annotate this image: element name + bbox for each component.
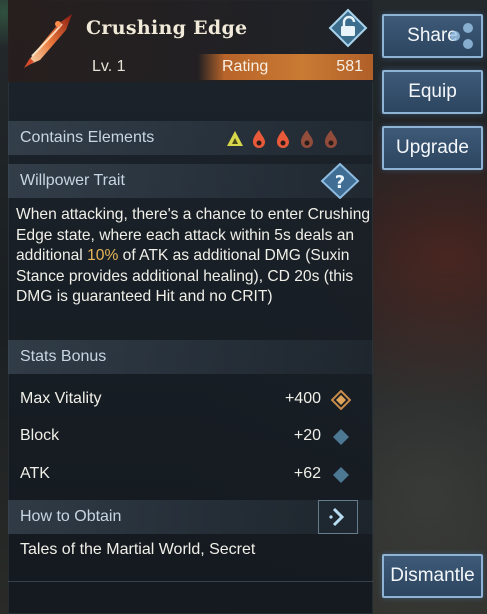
item-header: Crushing Edge Lv. 1 Rating 581 — [8, 0, 373, 82]
willpower-description: When attacking, there's a chance to ente… — [16, 205, 376, 308]
stats-bonus-header: Stats Bonus — [8, 340, 373, 374]
stat-name: Max Vitality — [20, 390, 102, 407]
contains-elements-label: Contains Elements — [20, 129, 155, 146]
obtain-link-button[interactable] — [318, 500, 358, 534]
stat-row: Max Vitality +400 — [8, 381, 373, 417]
earth-element-icon — [227, 131, 243, 146]
rating-bar: Rating 581 — [198, 54, 373, 80]
element-icons — [226, 128, 356, 150]
fire-element-icon-dim — [301, 130, 313, 148]
fire-element-icon — [277, 130, 289, 148]
divider — [8, 581, 373, 582]
obtain-source: Tales of the Martial World, Secret — [20, 541, 256, 558]
stat-value: +62 — [293, 465, 321, 482]
item-title: Crushing Edge — [86, 17, 248, 39]
blue-diamond-icon — [333, 467, 349, 483]
stat-value: +400 — [284, 390, 321, 407]
upgrade-button[interactable]: Upgrade — [382, 126, 483, 170]
question-icon[interactable]: ? — [320, 163, 360, 199]
how-to-obtain-label: How to Obtain — [20, 508, 122, 525]
stat-value: +20 — [293, 427, 321, 444]
stat-row: ATK +62 — [8, 456, 373, 492]
willpower-trait-label: Willpower Trait — [20, 172, 125, 189]
rating-label: Rating — [222, 58, 269, 75]
rating-value: 581 — [336, 58, 363, 75]
fire-element-icon-dim — [325, 130, 337, 148]
willpower-trait-header: Willpower Trait — [8, 164, 373, 198]
stat-name: ATK — [20, 465, 50, 482]
fire-element-icon — [253, 130, 265, 148]
unlock-icon[interactable] — [328, 8, 368, 48]
equip-button[interactable]: Equip — [382, 70, 483, 114]
desc-highlight: 10% — [87, 247, 119, 264]
item-level: Lv. 1 — [92, 58, 126, 75]
share-icon — [450, 23, 473, 49]
gold-diamond-icon — [331, 390, 351, 410]
blade-icon — [24, 14, 72, 68]
stat-row: Block +20 — [8, 418, 373, 454]
arrow-right-icon — [329, 507, 345, 527]
svg-text:?: ? — [335, 172, 345, 193]
blue-diamond-icon — [333, 429, 349, 445]
stats-bonus-label: Stats Bonus — [20, 348, 107, 365]
dismantle-button[interactable]: Dismantle — [382, 554, 483, 598]
stat-name: Block — [20, 427, 60, 444]
